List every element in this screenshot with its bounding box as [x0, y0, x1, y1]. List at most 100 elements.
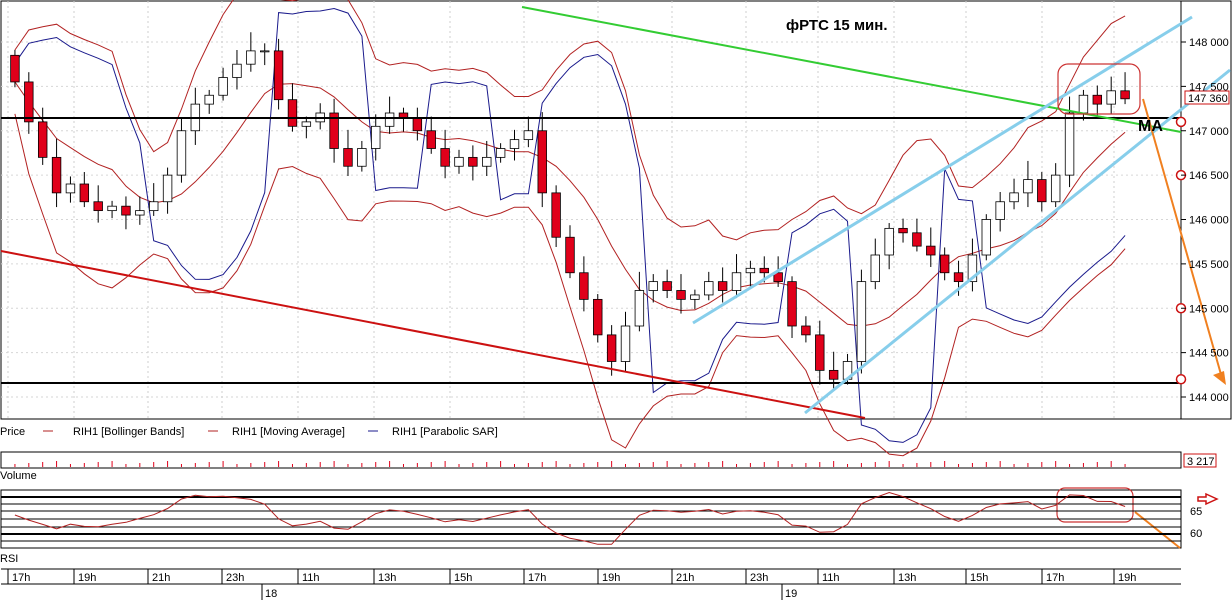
candle	[121, 205, 131, 216]
candle	[93, 201, 103, 212]
candle	[454, 156, 464, 167]
last-price: 147 360	[1188, 93, 1228, 105]
candle	[79, 183, 90, 203]
candle	[523, 130, 534, 141]
legend-parabolic-sar: RIH1 [Parabolic SAR]	[392, 426, 498, 438]
candle	[1064, 112, 1075, 176]
time-axis: 17h 19h 21h 23h 11h 13h 15h 17h 19h 21h 23h 11h 13h 1…	[1, 568, 1181, 600]
candle	[162, 174, 173, 203]
level-marker	[1175, 374, 1187, 385]
candle	[620, 325, 631, 362]
price-tick-label: 146 000	[1189, 215, 1229, 227]
candle	[176, 130, 187, 176]
price-tick-label: 148 000	[1189, 37, 1229, 49]
candle	[260, 50, 270, 53]
candle	[107, 205, 117, 212]
time-label: 15h	[454, 572, 472, 584]
candle	[301, 121, 312, 127]
rsi-pointer-arrow	[1197, 492, 1219, 506]
candle	[371, 125, 381, 149]
candle	[412, 117, 423, 132]
day-label: 18	[265, 588, 277, 600]
candle	[870, 254, 880, 283]
candle	[648, 281, 658, 291]
legend-bollinger: RIH1 [Bollinger Bands]	[73, 426, 184, 438]
price-tick-label: 145 500	[1189, 259, 1229, 271]
rsi-tick-60: 60	[1190, 528, 1202, 540]
time-label: 19h	[78, 572, 96, 584]
candle	[884, 227, 894, 256]
time-label: 13h	[378, 572, 396, 584]
candle	[398, 112, 409, 118]
candle	[426, 130, 436, 149]
candle	[246, 50, 256, 65]
time-label: 15h	[970, 572, 988, 584]
time-label: 11h	[302, 572, 320, 584]
candle	[204, 94, 214, 105]
candle	[926, 245, 936, 256]
candle	[509, 139, 520, 149]
candle	[384, 112, 395, 127]
volume-label: Volume	[0, 470, 37, 482]
candle	[579, 272, 589, 300]
volume-panel[interactable]	[0, 451, 1182, 469]
time-label: 21h	[152, 572, 170, 584]
rsi-label: RSI	[0, 553, 18, 565]
time-label: 19h	[1118, 572, 1136, 584]
candle	[468, 156, 478, 167]
candle	[551, 192, 561, 238]
volume-last: 3 217	[1187, 456, 1215, 468]
candle	[51, 156, 62, 194]
candle	[37, 121, 48, 158]
candle	[565, 236, 575, 274]
candle	[995, 201, 1005, 220]
candle	[495, 148, 506, 158]
candle	[232, 63, 242, 78]
candle	[482, 156, 492, 167]
time-label: 11h	[822, 572, 840, 584]
candle	[634, 290, 645, 327]
candle	[1078, 94, 1089, 114]
price-tick-label: 146 500	[1189, 170, 1229, 182]
time-label: 13h	[898, 572, 916, 584]
candle	[815, 334, 825, 371]
candle	[65, 183, 76, 194]
candle	[717, 281, 728, 291]
price-tick-label: 144 000	[1189, 392, 1229, 404]
candle	[759, 267, 769, 274]
candle	[731, 272, 742, 291]
price-tick-label: 147 000	[1189, 126, 1229, 138]
candle	[606, 334, 617, 362]
candle	[343, 148, 353, 167]
candle	[1023, 179, 1033, 194]
candle	[357, 148, 367, 167]
candle	[745, 267, 756, 274]
candle	[690, 294, 700, 300]
candle	[1092, 94, 1103, 105]
candle	[1106, 90, 1116, 105]
candle	[856, 281, 867, 362]
candle	[1037, 179, 1047, 203]
candle	[828, 369, 839, 380]
time-label: 17h	[1046, 572, 1064, 584]
chart-window: 148 000 147 500 147 000 146 500 146 000 145 5…	[0, 0, 1232, 603]
candle	[1009, 192, 1019, 203]
day-label: 19	[785, 588, 797, 600]
candle	[24, 81, 34, 123]
candle	[1120, 90, 1130, 100]
legend-moving-average: RIH1 [Moving Average]	[232, 426, 345, 438]
candle	[676, 290, 686, 300]
candle	[440, 148, 450, 167]
price-tick-label: 144 500	[1189, 348, 1229, 360]
time-label: 21h	[676, 572, 694, 584]
candle	[287, 99, 298, 127]
candle	[801, 325, 811, 336]
chart-svg: 148 000147 500147 000146 500146 000145 5…	[0, 0, 1232, 600]
ma-annotation: MA	[1138, 118, 1163, 135]
candle	[898, 227, 908, 234]
candle	[149, 201, 159, 212]
candle	[273, 50, 284, 101]
legend-price: Price	[0, 426, 25, 438]
level-marker	[1175, 116, 1187, 128]
candle	[218, 77, 228, 96]
